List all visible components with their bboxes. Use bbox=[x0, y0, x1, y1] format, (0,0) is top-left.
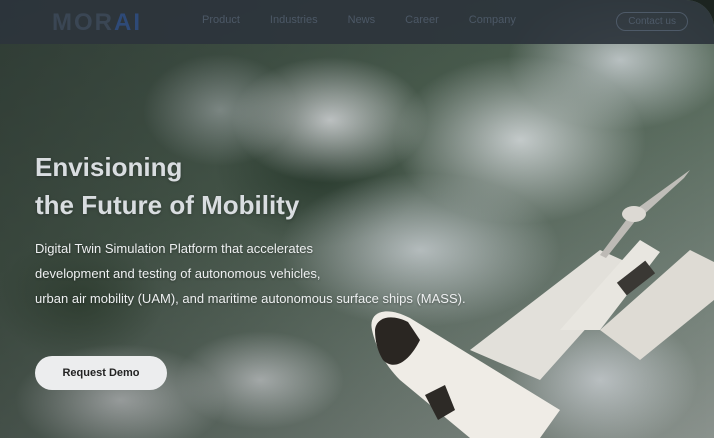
hero-title-line1: Envisioning bbox=[35, 152, 183, 182]
hero-description: Digital Twin Simulation Platform that ac… bbox=[35, 236, 466, 311]
contact-us-button[interactable]: Contact us bbox=[616, 12, 688, 31]
hero-desc-line3: urban air mobility (UAM), and maritime a… bbox=[35, 291, 466, 306]
hero-desc-line2: development and testing of autonomous ve… bbox=[35, 266, 321, 281]
request-demo-button[interactable]: Request Demo bbox=[35, 356, 167, 390]
nav-item-industries[interactable]: Industries bbox=[270, 14, 318, 26]
nav-item-career[interactable]: Career bbox=[405, 14, 439, 26]
hero-section: MORAI Product Industries News Career Com… bbox=[0, 0, 714, 438]
nav-item-news[interactable]: News bbox=[348, 14, 376, 26]
morai-logo[interactable]: MORAI bbox=[52, 9, 142, 37]
hero-desc-line1: Digital Twin Simulation Platform that ac… bbox=[35, 241, 313, 256]
site-header: MORAI Product Industries News Career Com… bbox=[0, 0, 714, 44]
main-nav: Product Industries News Career Company bbox=[202, 14, 546, 26]
nav-item-product[interactable]: Product bbox=[202, 14, 240, 26]
hero-title: Envisioning the Future of Mobility bbox=[35, 148, 299, 224]
nav-item-company[interactable]: Company bbox=[469, 14, 516, 26]
rotor-hub bbox=[622, 206, 646, 222]
hero-title-line2: the Future of Mobility bbox=[35, 190, 300, 220]
